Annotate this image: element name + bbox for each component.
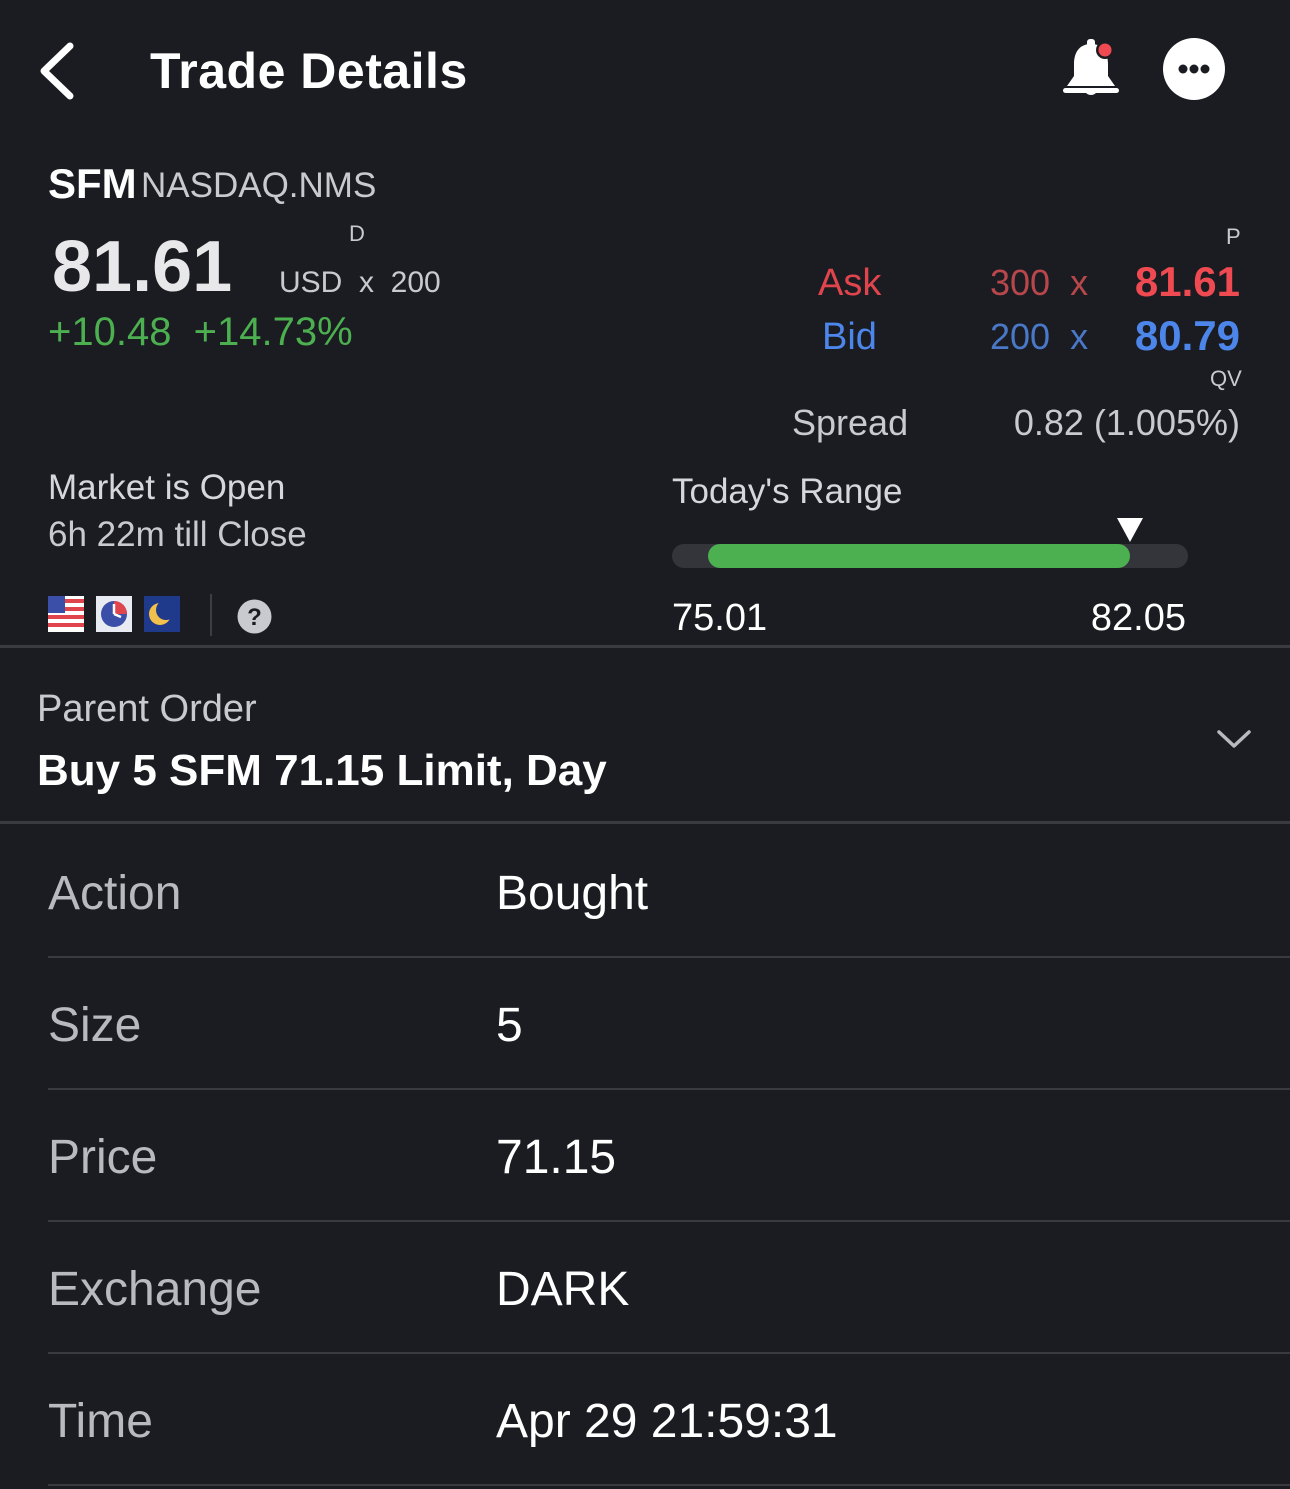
parent-order-label: Parent Order — [37, 688, 257, 730]
detail-label: Action — [48, 867, 182, 920]
more-horizontal-icon — [1178, 64, 1210, 74]
ask-price: 81.61 — [1134, 258, 1240, 305]
spread-label: Spread — [792, 402, 909, 443]
todays-range-bar — [672, 544, 1188, 568]
ticker-symbol: SFM — [48, 160, 137, 207]
detail-value: Bought — [496, 867, 649, 920]
row-divider — [48, 1484, 1290, 1486]
chevron-down-icon[interactable] — [1214, 724, 1254, 754]
price-change: +10.48 +14.73% — [48, 310, 353, 354]
detail-label: Time — [48, 1395, 153, 1448]
price-alert-button[interactable] — [1060, 36, 1122, 102]
detail-row-time: Time Apr 29 21:59:31 — [48, 1354, 1290, 1486]
icons-divider — [210, 594, 212, 636]
currency-size: USD x 200 — [279, 266, 441, 299]
svg-text:?: ? — [247, 604, 262, 631]
detail-label: Size — [48, 999, 142, 1052]
detail-label: Price — [48, 1131, 158, 1184]
last-price: 81.61 — [52, 227, 233, 307]
moon-icon[interactable] — [144, 596, 180, 632]
bid-label: Bid — [822, 316, 877, 358]
alert-badge — [1098, 43, 1112, 57]
more-options-button[interactable] — [1163, 38, 1225, 100]
range-high: 82.05 — [1090, 597, 1186, 639]
chevron-left-icon — [40, 42, 74, 100]
todays-range-fill — [708, 544, 1130, 568]
range-low: 75.01 — [672, 597, 768, 639]
quote-flag: QV — [1210, 366, 1242, 391]
market-countdown: 6h 22m till Close — [48, 515, 307, 554]
detail-value: 5 — [496, 999, 523, 1052]
detail-label: Exchange — [48, 1263, 262, 1316]
section-divider — [0, 645, 1290, 648]
bid-price: 80.79 — [1134, 312, 1240, 359]
detail-value: 71.15 — [496, 1131, 617, 1184]
current-price-marker — [1116, 518, 1143, 542]
detail-row-exchange: Exchange DARK — [48, 1222, 1290, 1354]
bid-size: 200 x — [990, 316, 1089, 357]
ask-label: Ask — [818, 262, 882, 304]
detail-row-price: Price 71.15 — [48, 1090, 1290, 1222]
bell-icon — [1063, 39, 1119, 95]
detail-row-action: Action Bought — [48, 826, 1290, 958]
section-divider — [0, 821, 1290, 824]
ask-flag: P — [1226, 224, 1241, 249]
clock-icon[interactable] — [96, 596, 132, 632]
page-title: Trade Details — [150, 43, 468, 99]
us-flag-icon[interactable] — [48, 596, 84, 632]
market-status: Market is Open — [48, 468, 286, 507]
back-button[interactable] — [30, 36, 90, 106]
detail-row-size: Size 5 — [48, 958, 1290, 1090]
detail-value: Apr 29 21:59:31 — [496, 1395, 838, 1448]
help-icon[interactable]: ? — [237, 599, 272, 634]
parent-order-value: Buy 5 SFM 71.15 Limit, Day — [37, 746, 607, 795]
last-price-flag: D — [349, 221, 365, 246]
todays-range-title: Today's Range — [672, 472, 903, 511]
spread-value: 0.82 (1.005%) — [1013, 402, 1240, 443]
ask-size: 300 x — [990, 262, 1089, 303]
exchange-name: NASDAQ.NMS — [141, 166, 377, 205]
detail-value: DARK — [496, 1263, 630, 1316]
